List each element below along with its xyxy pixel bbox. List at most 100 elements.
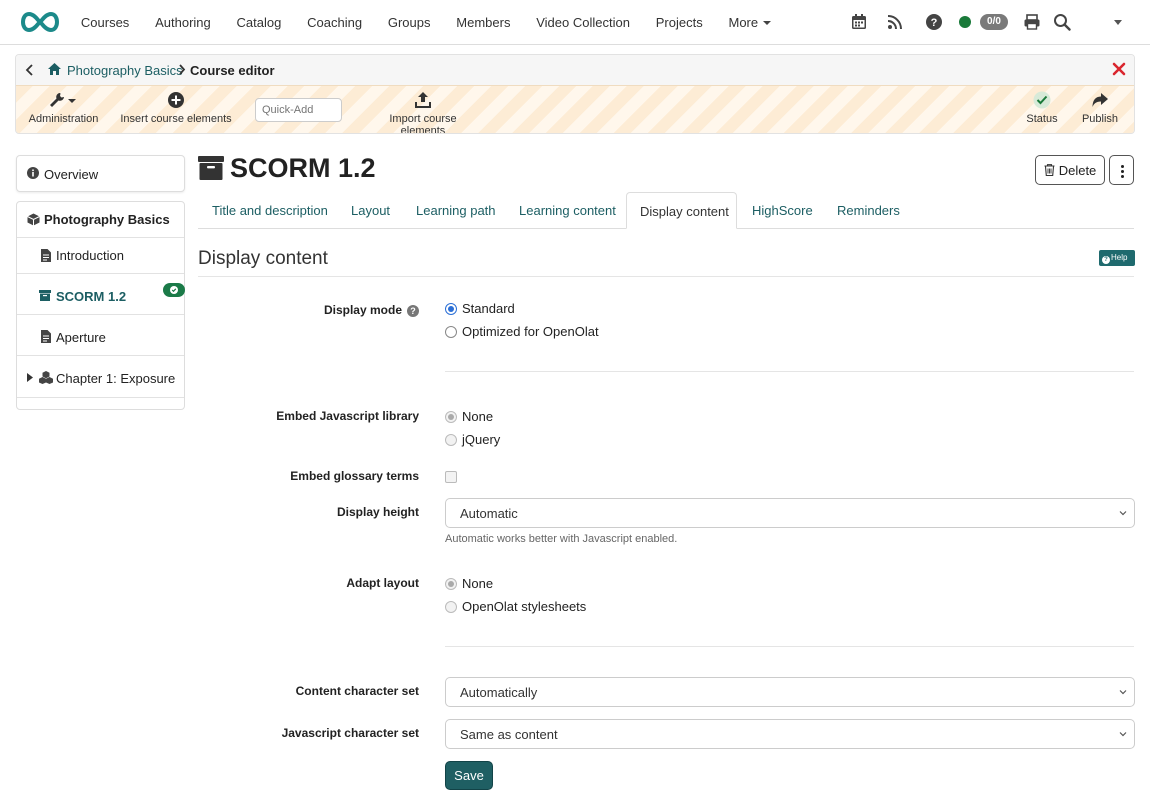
top-navbar: Courses Authoring Catalog Coaching Group… (0, 0, 1150, 45)
archive-icon (198, 156, 224, 180)
radio-layout-none: None (445, 576, 493, 591)
nav-icon-bar: ? 0/0 (0, 0, 1150, 44)
document-icon (41, 249, 51, 262)
editor-tool-row: Administration Insert course elements Im… (16, 85, 1134, 134)
tree-item-label: Aperture (56, 330, 106, 345)
tab-learning-path[interactable]: Learning path (416, 192, 496, 229)
caret-right-icon[interactable] (27, 373, 33, 382)
tree-item-label: Chapter 1: Exposure (56, 371, 176, 386)
import-elements-label: Import course elements (389, 113, 457, 134)
question-icon: ? (1102, 256, 1110, 264)
kebab-menu-icon (1121, 170, 1124, 173)
section-divider (198, 276, 1134, 277)
publish-button[interactable]: Publish (1080, 86, 1120, 133)
chevron-down-icon (1119, 511, 1127, 516)
course-editor-toolbar: Photography Basics Course editor Adminis… (15, 54, 1135, 134)
notification-counter-badge[interactable]: 0/0 (980, 14, 1008, 30)
tab-layout[interactable]: Layout (351, 192, 390, 229)
help-label: Help (1111, 253, 1128, 262)
radio-label: OpenOlat stylesheets (462, 599, 587, 614)
online-status-icon[interactable] (959, 16, 971, 28)
select-value: Automatically (460, 685, 538, 700)
check-status-icon (1033, 91, 1051, 109)
radio-js-none: None (445, 409, 493, 424)
document-icon (41, 330, 51, 343)
delete-button[interactable]: Delete (1035, 155, 1105, 185)
cube-icon (27, 213, 40, 226)
print-icon[interactable] (1023, 13, 1041, 31)
radio-button[interactable] (445, 325, 457, 338)
search-icon[interactable] (1053, 13, 1071, 31)
import-elements-button[interactable]: Import course elements (366, 86, 480, 134)
help-button[interactable]: ? Help (1099, 250, 1135, 266)
radio-openolat-stylesheets: OpenOlat stylesheets (445, 599, 586, 614)
radio-optimized[interactable]: Optimized for OpenOlat (445, 324, 599, 339)
breadcrumb-current: Course editor (190, 63, 275, 78)
adapt-layout-label: Adapt layout (346, 576, 419, 590)
tree-overview-item[interactable]: Overview (16, 155, 185, 192)
archive-icon (39, 290, 51, 301)
kebab-menu-icon (1121, 165, 1124, 168)
tree-item-label: SCORM 1.2 (56, 289, 127, 304)
help-circle-icon[interactable]: ? (925, 13, 943, 31)
display-mode-label: Display mode? (324, 303, 419, 317)
display-height-select[interactable]: Automatic (445, 498, 1135, 528)
radio-button (445, 410, 457, 423)
more-options-button[interactable] (1109, 155, 1134, 185)
status-button[interactable]: Status (1021, 86, 1063, 133)
embed-glossary-checkbox (445, 471, 457, 483)
close-icon[interactable] (1112, 62, 1126, 76)
share-arrow-icon (1092, 93, 1108, 107)
tree-item-aperture[interactable]: Aperture (17, 315, 184, 356)
js-charset-select[interactable]: Same as content (445, 719, 1135, 749)
js-charset-label: Javascript character set (281, 726, 419, 740)
form-divider (445, 646, 1134, 647)
tree-item-scorm[interactable]: SCORM 1.2 (17, 274, 185, 315)
tree-item-label: Introduction (56, 248, 124, 263)
tab-display-content[interactable]: Display content (626, 192, 737, 229)
content-charset-label: Content character set (295, 684, 419, 698)
tab-highscore[interactable]: HighScore (752, 192, 813, 229)
kebab-menu-icon (1121, 175, 1124, 178)
chevron-right-icon (179, 64, 186, 75)
display-height-hint: Automatic works better with Javascript e… (445, 533, 678, 545)
calendar-icon[interactable] (850, 13, 868, 31)
tree-item-chapter-1[interactable]: Chapter 1: Exposure (17, 356, 184, 398)
insert-elements-button[interactable]: Insert course elements (120, 86, 232, 133)
content-charset-select[interactable]: Automatically (445, 677, 1135, 707)
select-value: Automatic (460, 506, 518, 521)
question-circle-icon[interactable]: ? (407, 305, 419, 317)
chevron-left-icon[interactable] (25, 63, 35, 77)
administration-label: Administration (28, 113, 99, 125)
save-button[interactable]: Save (445, 761, 493, 790)
administration-button[interactable]: Administration (26, 86, 101, 133)
radio-label: jQuery (462, 432, 501, 447)
radio-jquery: jQuery (445, 432, 500, 447)
page-title: SCORM 1.2 (230, 153, 376, 183)
breadcrumb: Photography Basics Course editor (16, 55, 1134, 85)
chevron-down-icon (1119, 732, 1127, 737)
course-tree: Photography Basics Introduction SCORM 1.… (16, 201, 185, 410)
tree-item-root[interactable]: Photography Basics (17, 202, 184, 238)
tab-title-description[interactable]: Title and description (212, 192, 328, 229)
home-icon[interactable] (47, 62, 62, 76)
plus-circle-icon (168, 92, 184, 108)
user-menu-chevron-icon[interactable] (1114, 20, 1122, 25)
quick-add-input[interactable] (255, 98, 342, 122)
wrench-icon (49, 93, 76, 107)
radio-button (445, 600, 457, 613)
radio-standard[interactable]: Standard (445, 301, 515, 316)
radio-button[interactable] (445, 302, 457, 315)
check-circle-icon (170, 286, 178, 294)
rss-icon[interactable] (886, 13, 904, 31)
display-mode-label-text: Display mode (323, 303, 402, 317)
chevron-down-icon (1119, 690, 1127, 695)
radio-label: Optimized for OpenOlat (462, 324, 599, 339)
tree-item-introduction[interactable]: Introduction (17, 238, 184, 274)
tab-reminders[interactable]: Reminders (837, 192, 900, 229)
form-divider (445, 371, 1134, 372)
cubes-icon (39, 371, 53, 384)
tab-learning-content[interactable]: Learning content (519, 192, 616, 229)
delete-label: Delete (1058, 162, 1097, 178)
breadcrumb-course-link[interactable]: Photography Basics (67, 63, 183, 78)
